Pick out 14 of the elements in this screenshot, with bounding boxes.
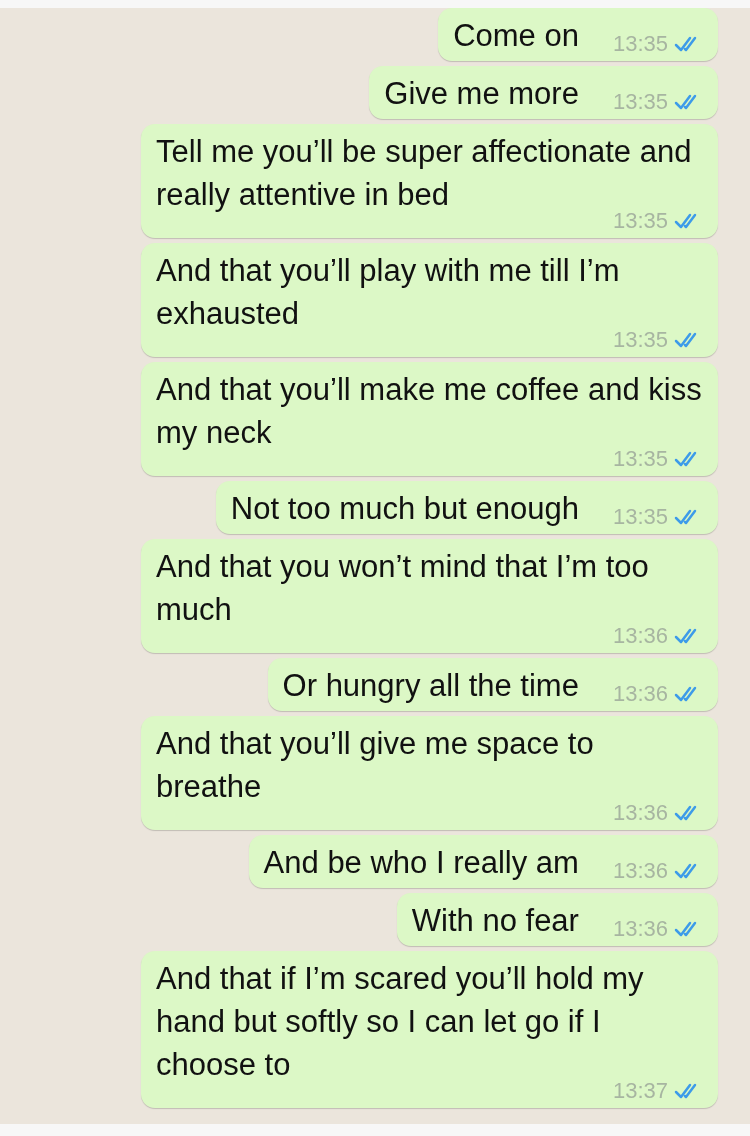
message-time: 13:35 [612, 31, 668, 57]
message-text: With no fear [411, 902, 579, 940]
message-text: Not too much but enough [230, 490, 579, 528]
message-time: 13:35 [612, 504, 668, 530]
message-text: Or hungry all the time [282, 667, 579, 705]
message-text: And be who I really am [263, 844, 579, 882]
message-time: 13:36 [612, 800, 668, 826]
message-time: 13:35 [612, 89, 668, 115]
message-text: Come on [453, 17, 579, 55]
message-time: 13:36 [612, 916, 668, 942]
message-text: And that you’ll give me space to breathe [156, 725, 595, 806]
message-time: 13:36 [612, 681, 668, 707]
message-time: 13:36 [612, 858, 668, 884]
message-text: Give me more [384, 75, 579, 113]
